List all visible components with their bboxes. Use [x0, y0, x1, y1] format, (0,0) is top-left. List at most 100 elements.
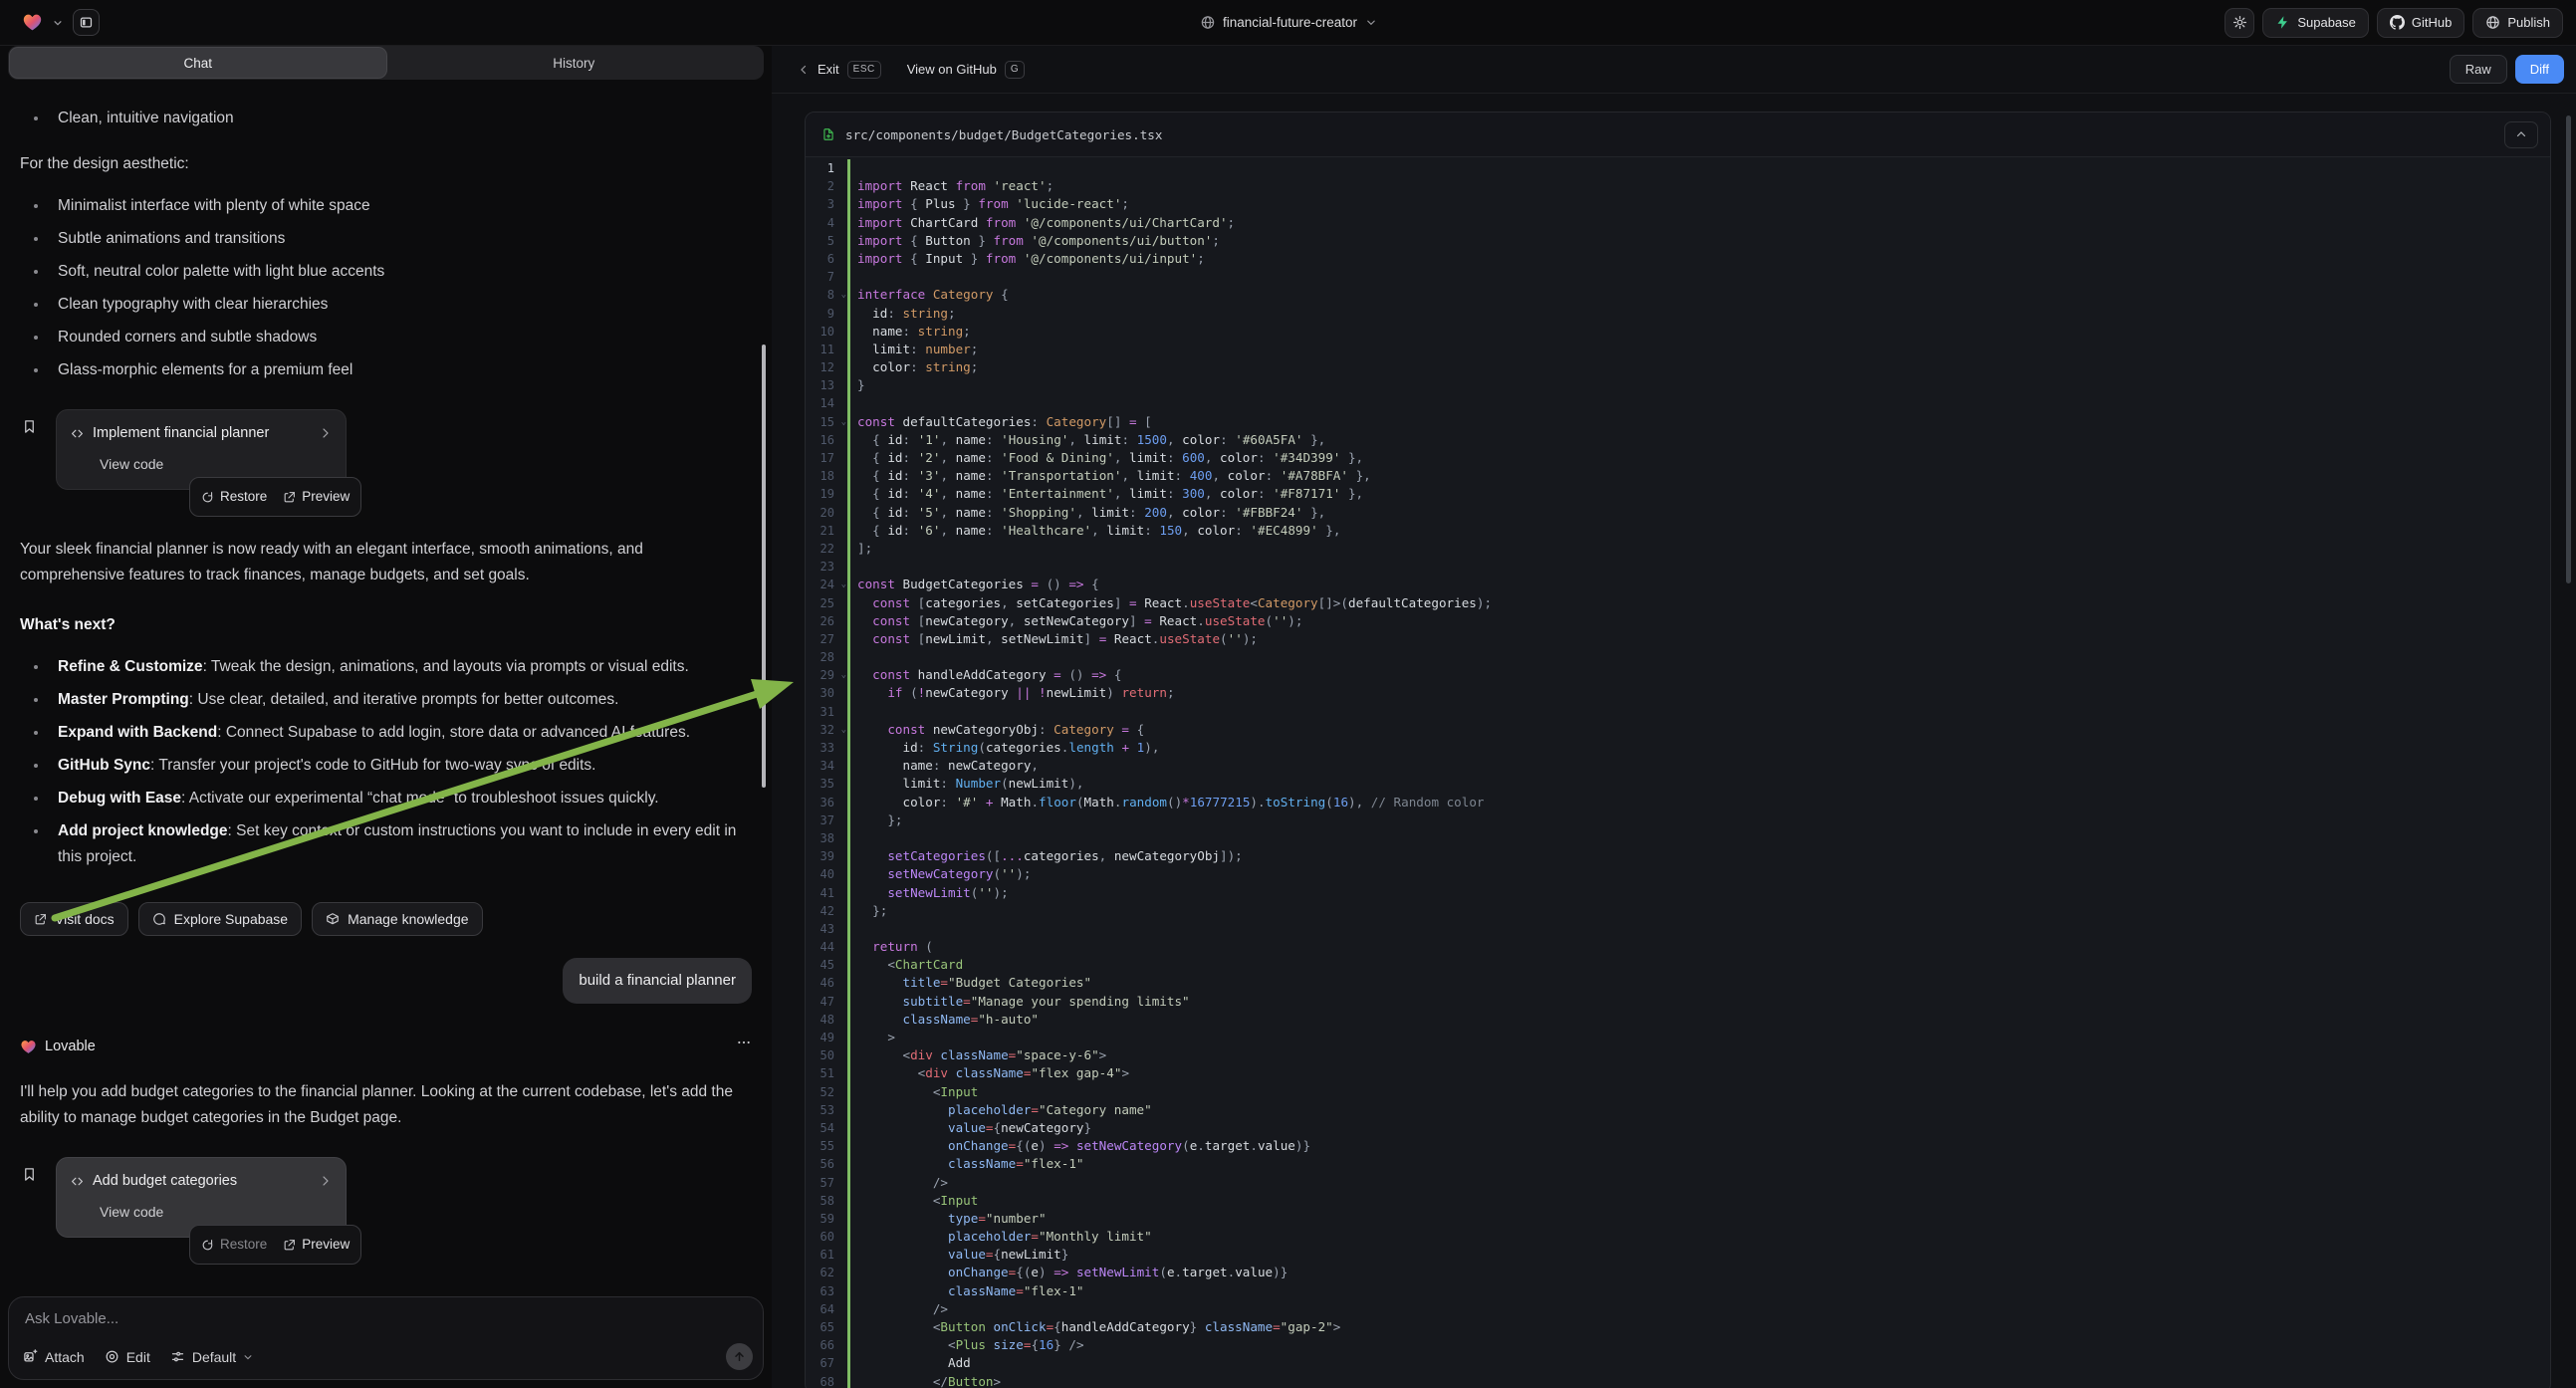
- code-line: 26 const [newCategory, setNewCategory] =…: [806, 612, 2550, 630]
- publish-button[interactable]: Publish: [2472, 8, 2563, 38]
- code-token: (: [993, 866, 1001, 881]
- code-token: },: [1348, 468, 1371, 483]
- code-line: 10 name: string;: [806, 323, 2550, 341]
- preview-button[interactable]: Preview: [283, 484, 350, 510]
- tab-chat[interactable]: Chat: [10, 48, 386, 78]
- code-line: 20 { id: '5', name: 'Shopping', limit: 2…: [806, 504, 2550, 522]
- code-token: (: [1001, 776, 1009, 791]
- line-number: 6: [806, 250, 847, 268]
- line-number: 20: [806, 504, 847, 522]
- edit-mode-button[interactable]: Edit: [105, 1349, 150, 1365]
- chat-transcript[interactable]: Clean, intuitive navigationFor the desig…: [0, 86, 772, 1288]
- logo-chevron-down-icon[interactable]: [53, 18, 63, 28]
- code-token: :: [903, 432, 918, 447]
- attach-button[interactable]: Attach: [23, 1349, 85, 1365]
- composer-placeholder[interactable]: Ask Lovable...: [25, 1310, 118, 1327]
- code-line: 11 limit: number;: [806, 341, 2550, 358]
- editor-scrollbar[interactable]: [2566, 116, 2571, 583]
- code-line-content: const handleAddCategory = () => {: [847, 666, 2550, 684]
- user-message-bubble: build a financial planner: [563, 958, 752, 1004]
- code-token: (: [1159, 1265, 1167, 1279]
- code-token: div: [910, 1047, 940, 1062]
- code-token: newLimit: [925, 631, 986, 646]
- chevron-right-icon: [320, 427, 332, 439]
- bookmark-wrap[interactable]: [22, 417, 37, 443]
- code-line-content: subtitle="Manage your spending limits": [847, 993, 2550, 1011]
- composer[interactable]: Ask Lovable... Attach Edit: [8, 1296, 764, 1380]
- line-number: 57: [806, 1174, 847, 1192]
- diff-toggle-button[interactable]: Diff: [2515, 55, 2564, 84]
- restore-button[interactable]: Restore: [201, 1232, 267, 1258]
- code-token: Category: [933, 287, 1001, 302]
- chip-manage-knowledge[interactable]: Manage knowledge: [312, 902, 482, 936]
- code-token: =: [1129, 414, 1144, 429]
- restore-button[interactable]: Restore: [201, 484, 267, 510]
- view-code-link[interactable]: View code: [100, 1199, 332, 1225]
- code-line: 7: [806, 268, 2550, 286]
- code-token: (: [1182, 1138, 1190, 1153]
- code-token: import: [857, 233, 910, 248]
- settings-button[interactable]: [2225, 8, 2254, 38]
- code-line-content: [847, 648, 2550, 666]
- code-line: 9 id: string;: [806, 305, 2550, 323]
- tab-history[interactable]: History: [386, 48, 763, 78]
- code-line-content: import { Button } from '@/components/ui/…: [847, 232, 2550, 250]
- code-line: 3import { Plus } from 'lucide-react';: [806, 195, 2550, 213]
- view-on-github-button[interactable]: View on GitHub G: [907, 61, 1025, 79]
- code-token: 16: [1039, 1337, 1054, 1352]
- github-button[interactable]: GitHub: [2377, 8, 2464, 38]
- code-token: >: [994, 1374, 1002, 1388]
- chat-scrollbar[interactable]: [762, 345, 766, 788]
- list-item: Minimalist interface with plenty of whit…: [20, 193, 737, 219]
- code-token: },: [1303, 432, 1326, 447]
- line-number: 24⌄: [806, 576, 847, 593]
- fold-chevron-icon[interactable]: ⌄: [841, 666, 846, 684]
- bookmark-wrap[interactable]: [22, 1165, 37, 1191]
- line-number: 54: [806, 1119, 847, 1137]
- exit-button[interactable]: Exit esc: [798, 61, 881, 79]
- message-menu-button[interactable]: [736, 1034, 752, 1059]
- code-token: =: [1031, 577, 1046, 591]
- project-switcher[interactable]: financial-future-creator: [1200, 15, 1376, 30]
- chip-explore-supabase[interactable]: Explore Supabase: [138, 902, 302, 936]
- code-token: handleAddCategory: [1061, 1319, 1190, 1334]
- line-number: 38: [806, 829, 847, 847]
- line-number: 62: [806, 1264, 847, 1281]
- fold-chevron-icon[interactable]: ⌄: [841, 286, 846, 304]
- model-selector[interactable]: Default: [170, 1349, 253, 1365]
- code-token: ): [1039, 1265, 1054, 1279]
- code-line-content: }: [847, 376, 2550, 394]
- lovable-heart-logo[interactable]: [22, 12, 43, 33]
- code-token: .: [1197, 613, 1205, 628]
- code-token: const: [857, 722, 933, 737]
- collapse-file-button[interactable]: [2504, 121, 2538, 148]
- preview-button[interactable]: Preview: [283, 1232, 350, 1258]
- file-path-bar[interactable]: src/components/budget/BudgetCategories.t…: [806, 113, 2550, 157]
- code-token: Plus: [956, 1337, 994, 1352]
- fold-chevron-icon[interactable]: ⌄: [841, 576, 846, 593]
- code-token: const: [857, 667, 918, 682]
- chip-visit-docs[interactable]: Visit docs: [20, 902, 128, 936]
- code-line-content: name: string;: [847, 323, 2550, 341]
- panel-toggle-button[interactable]: [73, 9, 100, 36]
- code-token: React: [1144, 595, 1182, 610]
- fold-chevron-icon[interactable]: ⌄: [841, 721, 846, 739]
- view-code-link[interactable]: View code: [100, 451, 332, 477]
- code-token: =: [986, 1120, 994, 1135]
- chevron-left-icon: [798, 64, 810, 76]
- code-token: newCategoryObj: [933, 722, 1039, 737]
- code-token: =: [1031, 1102, 1039, 1117]
- code-token: ];: [857, 541, 872, 556]
- send-button[interactable]: [726, 1343, 753, 1370]
- raw-toggle-button[interactable]: Raw: [2450, 55, 2507, 84]
- code-token: }: [956, 196, 979, 211]
- code-editor[interactable]: 12import React from 'react';3import { Pl…: [806, 157, 2550, 1388]
- assistant-heading: What's next?: [20, 612, 752, 638]
- fold-chevron-icon[interactable]: ⌄: [841, 413, 846, 431]
- line-number: 63: [806, 1282, 847, 1300]
- supabase-button[interactable]: Supabase: [2262, 8, 2369, 38]
- code-token: >: [857, 1030, 895, 1044]
- bullet-dot-icon: [34, 303, 38, 307]
- code-token: React: [1114, 631, 1152, 646]
- top-bar: financial-future-creator Supabase: [0, 0, 2576, 46]
